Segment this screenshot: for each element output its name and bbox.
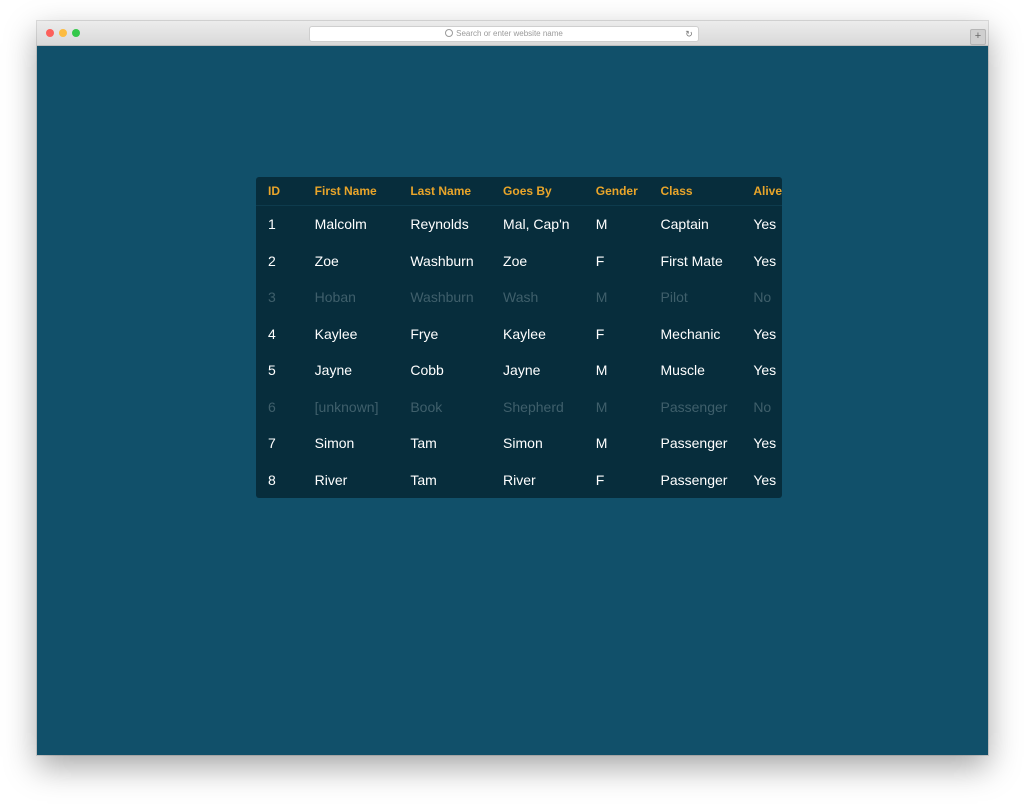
table-row: 2 Zoe Washburn Zoe F First Mate Yes [256,243,782,280]
header-gender: Gender [595,177,661,206]
address-placeholder: Search or enter website name [456,29,563,38]
cell-last-name: Washburn [410,289,474,306]
cell-id: 7 [268,435,276,452]
cell-alive: Yes [753,435,777,452]
cell-class: Muscle [660,362,705,379]
table-row: 4 Kaylee Frye Kaylee F Mechanic Yes [256,316,782,353]
zoom-window-button[interactable] [72,29,80,37]
cell-first-name: Zoe [314,252,339,269]
cell-last-name: Reynolds [410,216,469,233]
cell-id: 1 [268,216,276,233]
cell-gender: M [595,289,608,306]
cell-first-name: [unknown] [314,398,379,415]
cell-alive: Yes [753,362,777,379]
cell-first-name: Simon [314,435,355,452]
reload-icon[interactable]: ↻ [684,27,694,41]
address-bar[interactable]: Search or enter website name ↻ [309,26,699,42]
cell-goes-by: Shepherd [503,398,564,415]
cell-alive: Yes [753,252,777,269]
cell-goes-by: Zoe [503,252,528,269]
cell-first-name: Kaylee [314,325,358,342]
cell-gender: M [595,362,608,379]
cell-class: Captain [660,216,709,233]
search-icon [445,29,454,37]
cell-last-name: Tam [410,471,437,488]
header-id: ID [256,177,315,206]
header-class: Class [660,177,754,206]
cell-gender: F [595,252,605,269]
table-row: 8 River Tam River F Passenger Yes [256,462,782,499]
cell-class: Mechanic [660,325,721,342]
header-first-name: First Name [314,177,411,206]
new-tab-button[interactable]: + [970,29,986,45]
minimize-window-button[interactable] [59,29,67,37]
cell-id: 2 [268,252,276,269]
cell-goes-by: Jayne [503,362,541,379]
cell-id: 8 [268,471,276,488]
cell-class: Passenger [660,471,728,488]
cell-id: 6 [268,398,276,415]
browser-titlebar: Search or enter website name ↻ + [37,21,988,46]
cell-goes-by: River [503,471,536,488]
table-header-row: ID First Name Last Name Goes By Gender C… [256,177,782,206]
header-last-name: Last Name [410,177,504,206]
cell-first-name: River [314,471,348,488]
cell-id: 4 [268,325,276,342]
table-row-dead: 3 Hoban Washburn Wash M Pilot No [256,279,782,316]
table-row: 1 Malcolm Reynolds Mal, Cap'n M Captain … [256,206,782,243]
table-row: 7 Simon Tam Simon M Passenger Yes [256,425,782,462]
header-alive: Alive [753,177,782,206]
close-window-button[interactable] [46,29,54,37]
cell-gender: F [595,471,605,488]
cell-alive: No [753,398,772,415]
cell-first-name: Hoban [314,289,356,306]
table-row: 5 Jayne Cobb Jayne M Muscle Yes [256,352,782,389]
header-goes-by: Goes By [503,177,596,206]
cell-gender: M [595,398,608,415]
cell-gender: F [595,325,605,342]
cell-id: 5 [268,362,276,379]
cell-first-name: Jayne [314,362,353,379]
cell-alive: Yes [753,325,777,342]
cell-class: First Mate [660,252,723,269]
cell-gender: M [595,216,608,233]
crew-table: ID First Name Last Name Goes By Gender C… [256,177,782,498]
cell-gender: M [595,435,608,452]
browser-window: Search or enter website name ↻ + ID Firs… [37,21,988,755]
cell-goes-by: Simon [503,435,543,452]
cell-first-name: Malcolm [314,216,367,233]
cell-alive: No [753,289,772,306]
cell-alive: Yes [753,471,777,488]
cell-class: Passenger [660,435,728,452]
cell-last-name: Cobb [410,362,444,379]
cell-class: Pilot [660,289,688,306]
cell-last-name: Book [410,398,443,415]
data-table: ID First Name Last Name Goes By Gender C… [256,177,782,498]
table-row-dead: 6 [unknown] Book Shepherd M Passenger No [256,389,782,426]
cell-last-name: Frye [410,325,439,342]
cell-goes-by: Mal, Cap'n [503,216,570,233]
cell-alive: Yes [753,216,777,233]
cell-class: Passenger [660,398,728,415]
cell-last-name: Tam [410,435,437,452]
cell-last-name: Washburn [410,252,474,269]
cell-id: 3 [268,289,276,306]
cell-goes-by: Wash [503,289,539,306]
cell-goes-by: Kaylee [503,325,546,342]
